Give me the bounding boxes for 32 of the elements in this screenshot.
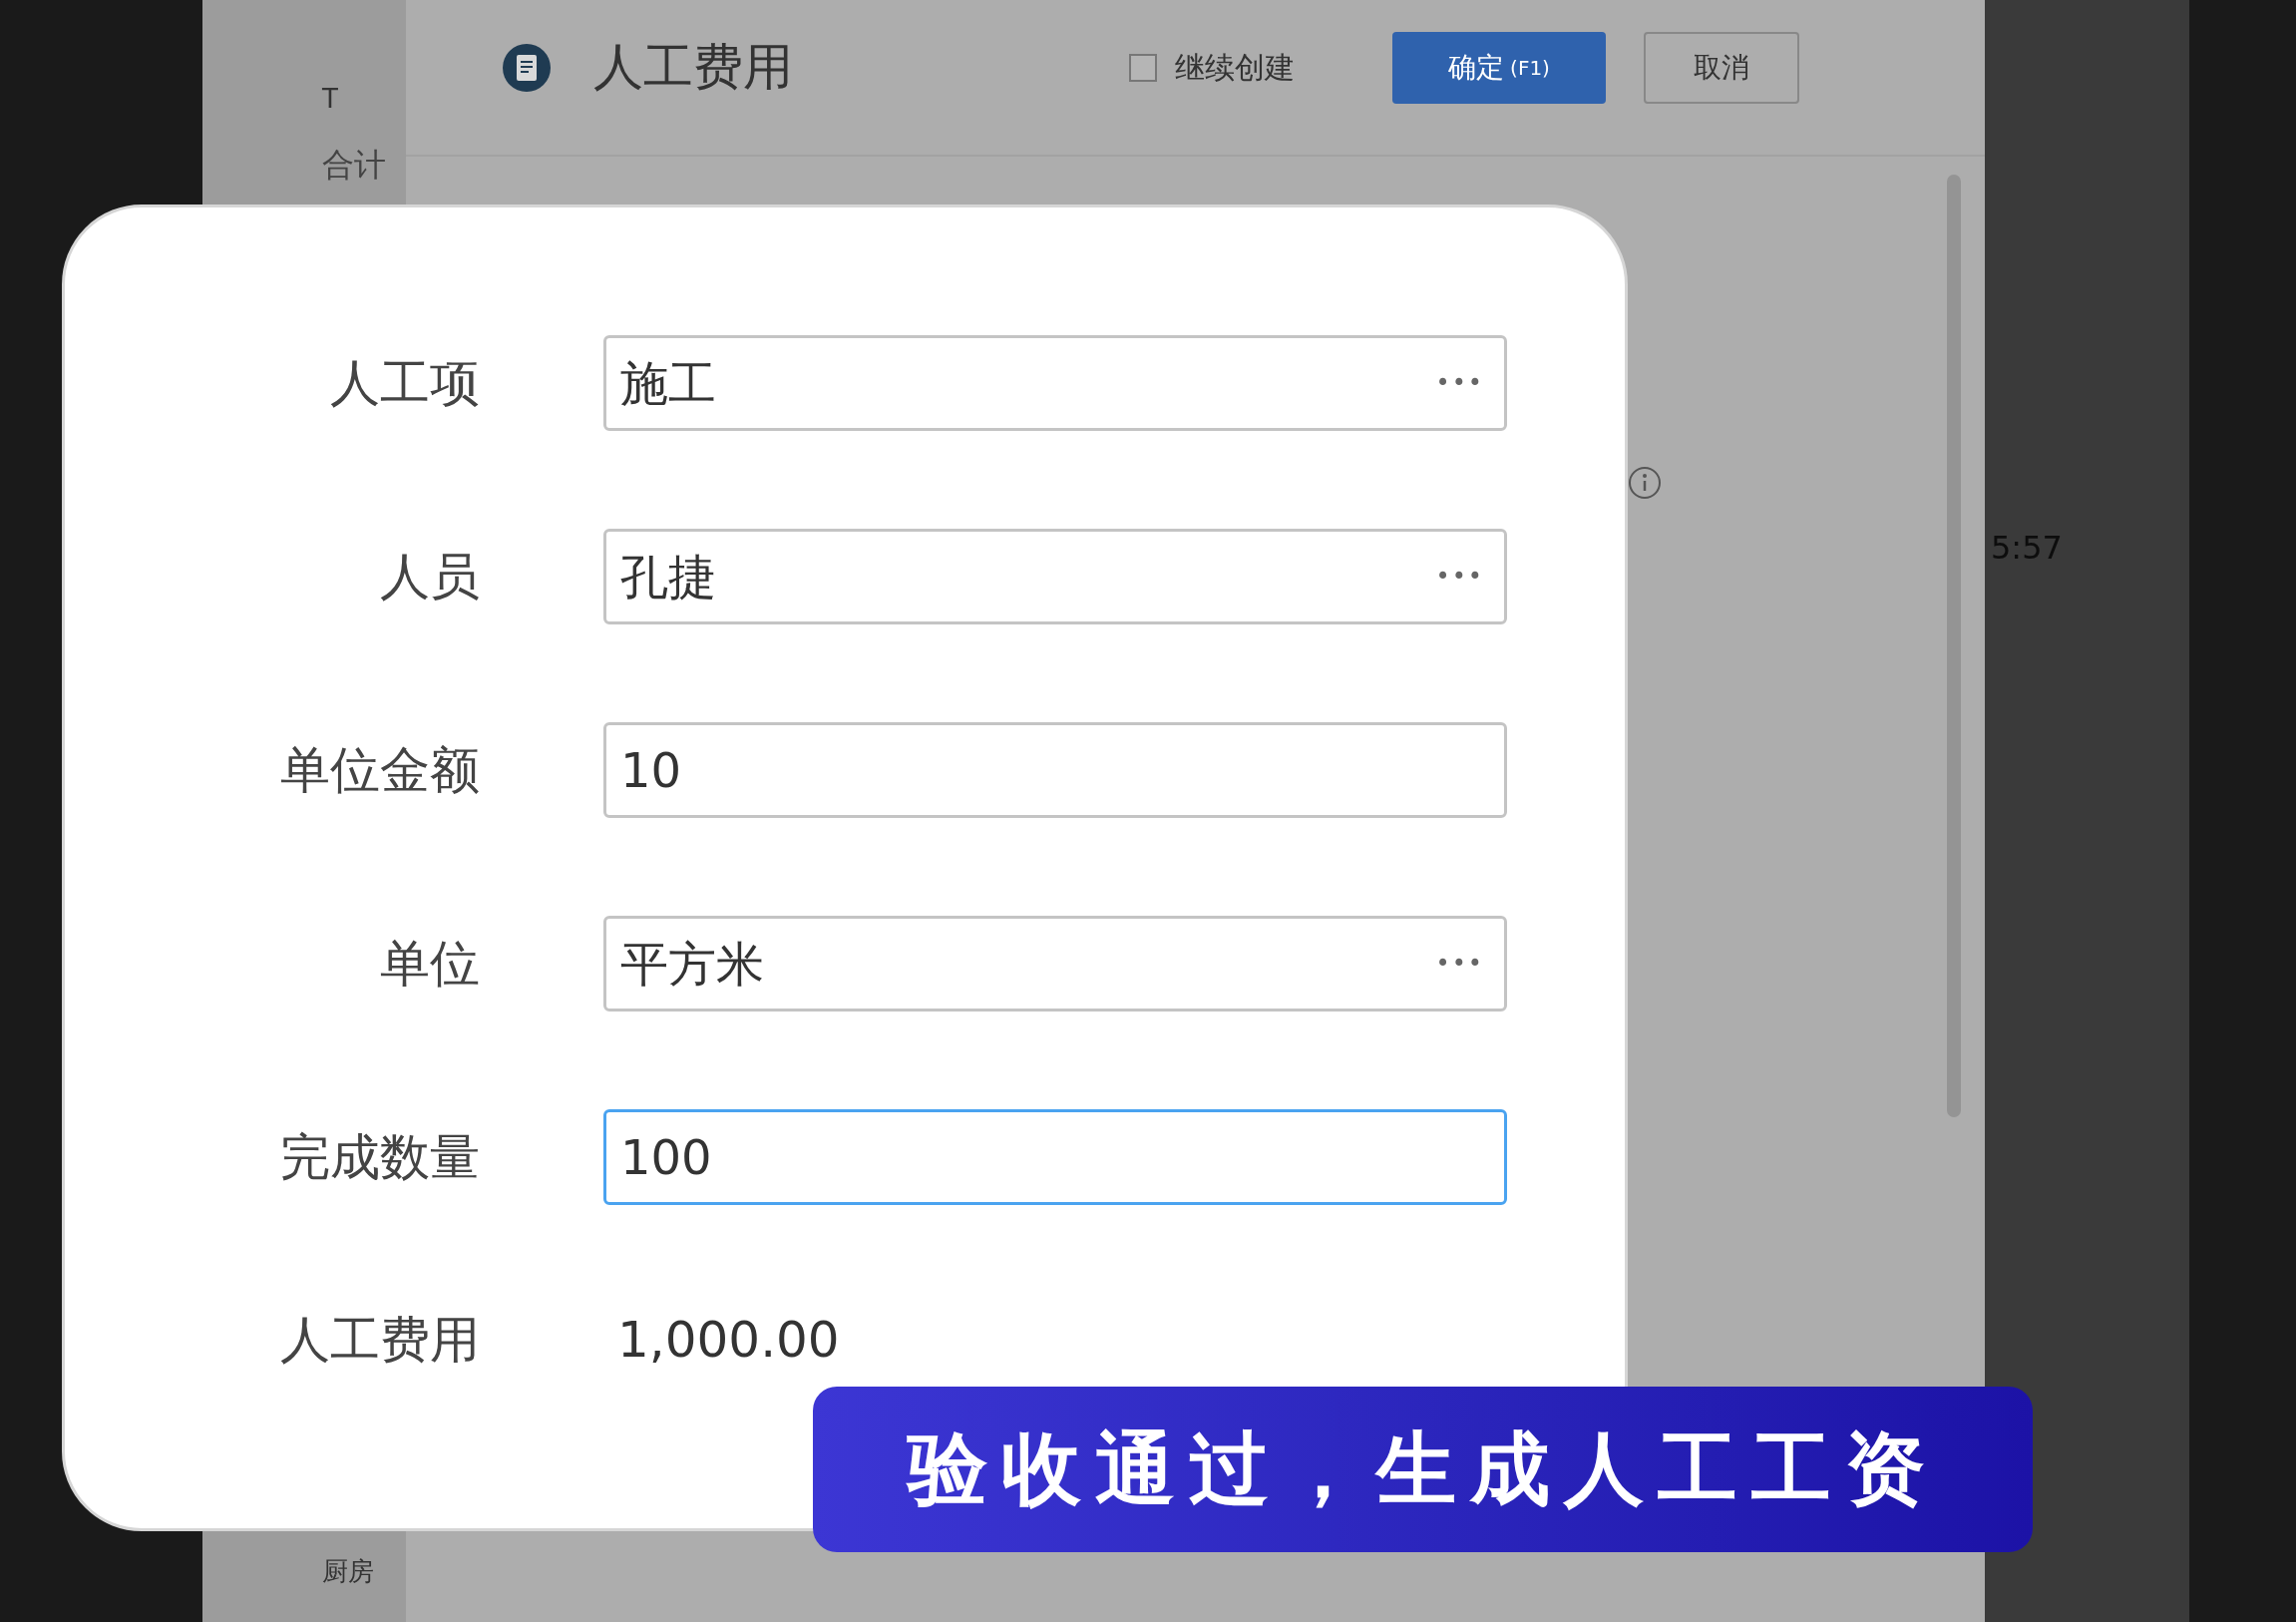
field-value: 1,000.00 — [617, 1311, 840, 1369]
field-label: 单位金额 — [279, 739, 480, 801]
field-value: 平方米 — [620, 935, 765, 994]
input-field[interactable]: 施工 ••• — [603, 335, 1507, 431]
cancel-button[interactable]: 取消 — [1644, 31, 1799, 104]
document-icon — [502, 42, 552, 93]
input-field[interactable]: 平方米 ••• — [603, 916, 1507, 1012]
more-button[interactable]: ••• — [1435, 559, 1484, 595]
caption-text: 验收通过，生成人工工资 — [907, 1421, 1939, 1517]
confirm-button[interactable]: 确定 (F1) — [1392, 31, 1606, 104]
scrollbar[interactable] — [1947, 175, 1961, 1117]
more-button[interactable]: ••• — [1435, 365, 1484, 401]
dialog-title: 人工费用 — [593, 37, 793, 98]
checkbox[interactable] — [1129, 53, 1157, 82]
field-label: 完成数量 — [279, 1126, 480, 1188]
field-value: 10 — [620, 741, 683, 800]
field-value: 孔捷 — [620, 548, 717, 607]
more-button[interactable]: ••• — [1435, 946, 1484, 982]
info-icon — [1628, 466, 1662, 500]
input-field[interactable]: 孔捷 ••• — [603, 529, 1507, 624]
panel-text: 厨房 — [322, 1555, 375, 1588]
field-label: 人工项 — [329, 352, 480, 414]
field-value: 施工 — [620, 354, 717, 413]
field-label: 人工费用 — [279, 1310, 480, 1371]
field-value: 100 — [620, 1128, 713, 1187]
section-label: 合计 — [322, 145, 387, 186]
checkbox-label: 继续创建 — [1175, 49, 1295, 87]
panel-text: T — [322, 83, 339, 116]
field-label: 人员 — [379, 546, 480, 608]
input-field[interactable]: 10 — [603, 722, 1507, 818]
input-field[interactable]: 100 — [603, 1109, 1507, 1205]
field-label: 单位 — [379, 933, 480, 995]
